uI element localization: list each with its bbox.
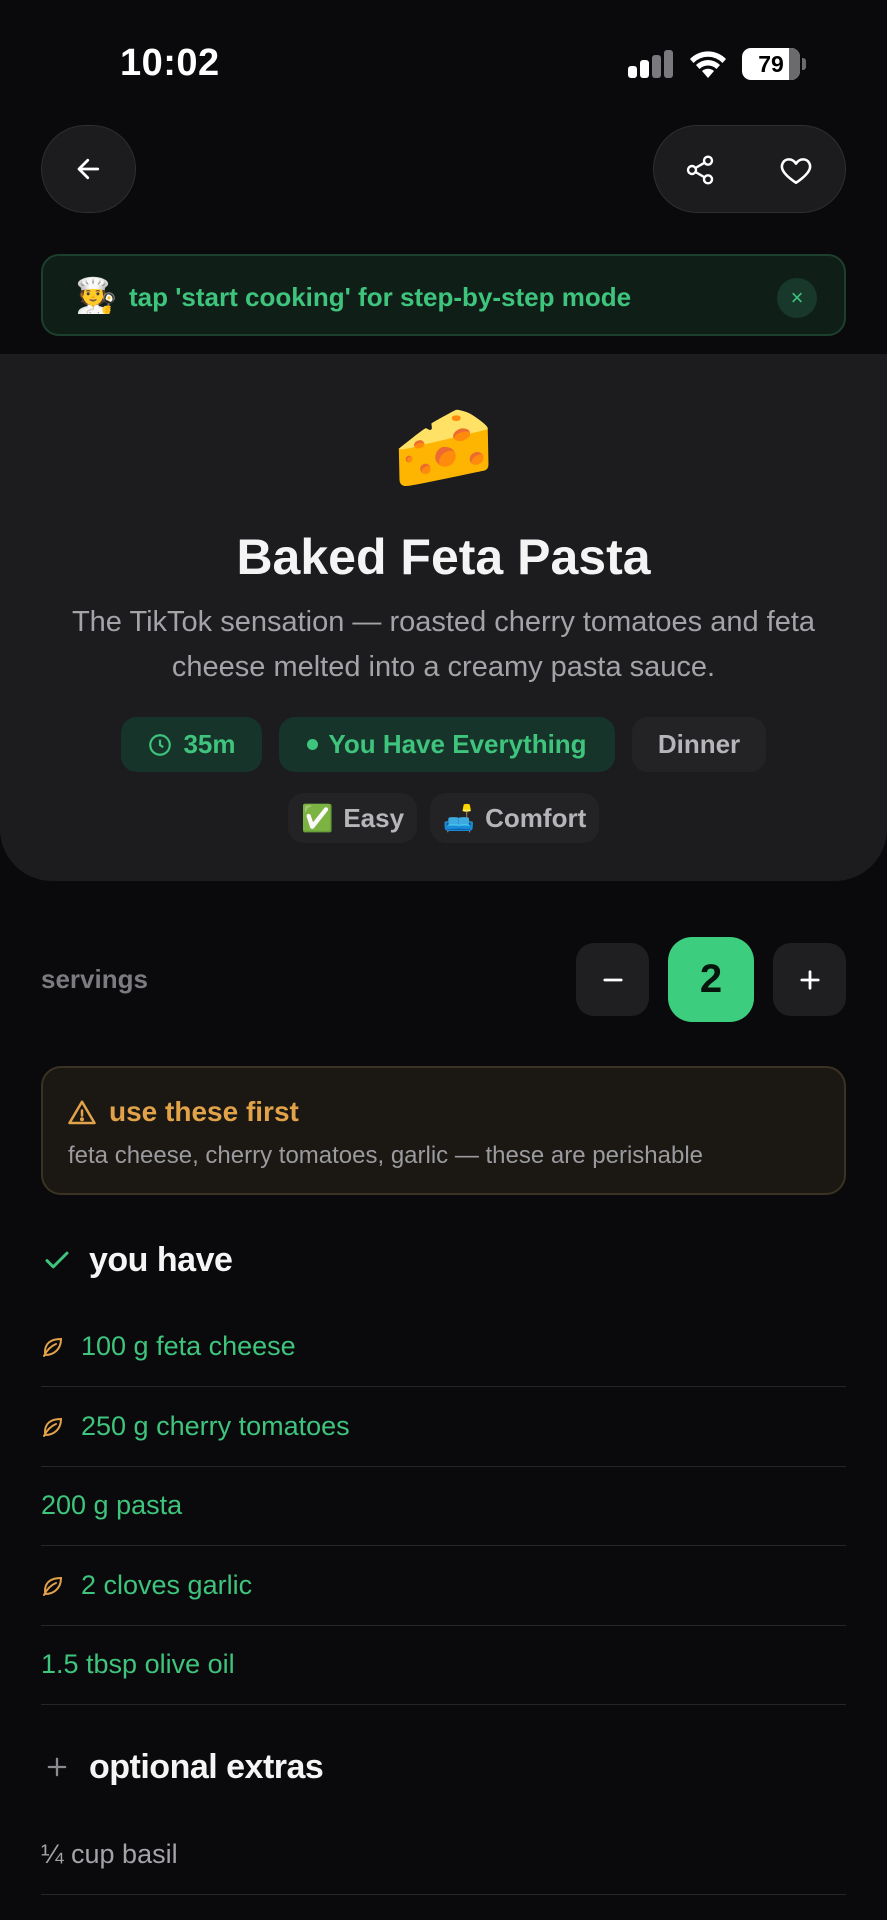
tip-banner: 🧑‍🍳 tap 'start cooking' for step-by-step… [41, 254, 846, 336]
cellular-signal-icon [628, 50, 674, 78]
servings-value: 2 [668, 937, 754, 1022]
use-first-warning: use these first feta cheese, cherry toma… [41, 1066, 846, 1195]
minus-icon [602, 978, 623, 981]
decrease-servings-button[interactable] [576, 943, 649, 1016]
you-have-header: you have [41, 1235, 233, 1285]
leaf-icon [43, 1417, 63, 1437]
battery-icon: 79 [742, 48, 806, 80]
ingredient-row: 100 g feta cheese [41, 1307, 846, 1387]
ingredient-text: 250 g cherry tomatoes [81, 1411, 350, 1441]
clock-icon [149, 733, 172, 756]
difficulty-badge: ✅ Easy [288, 793, 417, 843]
ingredient-row: 1.5 tbsp olive oil [41, 1625, 846, 1705]
leaf-icon [43, 1576, 63, 1596]
ingredient-text: 2 cloves garlic [81, 1570, 253, 1600]
ingredient-text: 1.5 tbsp olive oil [41, 1649, 235, 1679]
check-icon [41, 1244, 73, 1276]
servings-label: servings [41, 964, 148, 994]
cook-time: 35m [183, 729, 236, 759]
check-mark-icon: ✅ [300, 803, 334, 833]
mood-text: Comfort [485, 803, 587, 833]
recipe-description: The TikTok sensation — roasted cherry to… [71, 606, 816, 683]
arrow-left-icon [77, 158, 99, 180]
plus-icon [799, 969, 820, 990]
close-tip-button[interactable]: × [777, 278, 817, 318]
availability-text: You Have Everything [328, 729, 587, 759]
ingredient-row: 2 cloves garlic [41, 1546, 846, 1626]
mood-badge: 🛋️ Comfort [430, 793, 599, 843]
battery-level: 79 [758, 51, 784, 77]
increase-servings-button[interactable] [773, 943, 846, 1016]
recipe-hero-card: 🧀 Baked Feta Pasta The TikTok sensation … [0, 354, 887, 881]
status-time: 10:02 [120, 42, 220, 84]
cheese-icon: 🧀 [392, 402, 495, 493]
leaf-icon [43, 1337, 63, 1357]
recipe-title: Baked Feta Pasta [236, 529, 651, 585]
you-have-title: you have [89, 1240, 233, 1279]
warning-text: feta cheese, cherry tomatoes, garlic — t… [68, 1142, 703, 1169]
share-icon [686, 155, 714, 185]
availability-badge: You Have Everything [279, 717, 615, 772]
tip-text: tap 'start cooking' for step-by-step mod… [129, 282, 632, 312]
meal-type: Dinner [657, 729, 741, 759]
ingredient-text: ¼ cup basil [41, 1839, 178, 1869]
wifi-icon [690, 51, 726, 78]
optional-extras-title: optional extras [89, 1747, 324, 1786]
chef-icon: 🧑‍🍳 [75, 277, 118, 315]
cook-time-badge: 35m [121, 717, 262, 772]
ingredient-text: 100 g feta cheese [81, 1331, 296, 1361]
warning-icon [68, 1100, 96, 1125]
status-bar: 10:02 79 [0, 0, 887, 110]
share-button[interactable] [676, 146, 724, 194]
ingredient-row: 250 g cherry tomatoes [41, 1387, 846, 1467]
back-button[interactable] [41, 125, 136, 213]
status-dot-icon [307, 739, 319, 750]
difficulty-text: Easy [343, 803, 405, 833]
warning-title: use these first [109, 1096, 299, 1127]
meal-type-badge: Dinner [632, 717, 766, 772]
extra-ingredient-row: ¼ cup basil [41, 1815, 846, 1895]
plus-icon [41, 1751, 73, 1783]
couch-icon: 🛋️ [442, 803, 476, 833]
heart-icon [780, 158, 812, 185]
ingredient-text: 200 g pasta [41, 1490, 183, 1520]
optional-extras-header[interactable]: optional extras [41, 1742, 324, 1792]
ingredient-row: 200 g pasta [41, 1466, 846, 1546]
favorite-button[interactable] [772, 146, 820, 194]
header-actions [653, 125, 846, 213]
